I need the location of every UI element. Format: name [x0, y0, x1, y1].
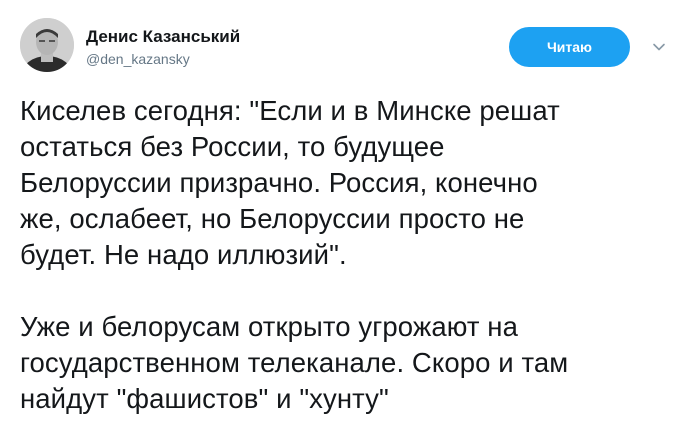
tweet-text: Киселев сегодня: "Если и в Минске решат … [20, 93, 660, 417]
chevron-down-icon[interactable] [652, 40, 666, 54]
avatar[interactable] [20, 18, 74, 72]
follow-button[interactable]: Читаю [509, 27, 630, 67]
author-handle[interactable]: @den_kazansky [86, 51, 190, 67]
tweet-text-line: же, ослабеет, но Белоруссии просто не [20, 203, 525, 234]
tweet-text-line: Киселев сегодня: "Если и в Минске решат [20, 95, 560, 126]
tweet-text-line: будет. Не надо иллюзий". [20, 239, 347, 270]
tweet-card: Денис Казанський @den_kazansky Читаю Кис… [0, 0, 674, 431]
tweet-text-line: Уже и белорусам открыто угрожают на [20, 311, 518, 342]
tweet-text-line: государственном телеканале. Скоро и там [20, 347, 569, 378]
tweet-text-line: найдут "фашистов" и "хунту" [20, 383, 389, 414]
tweet-text-line: Белоруссии призрачно. Россия, конечно [20, 167, 538, 198]
author-name[interactable]: Денис Казанський [86, 27, 240, 47]
tweet-text-line: остаться без России, то будущее [20, 131, 445, 162]
